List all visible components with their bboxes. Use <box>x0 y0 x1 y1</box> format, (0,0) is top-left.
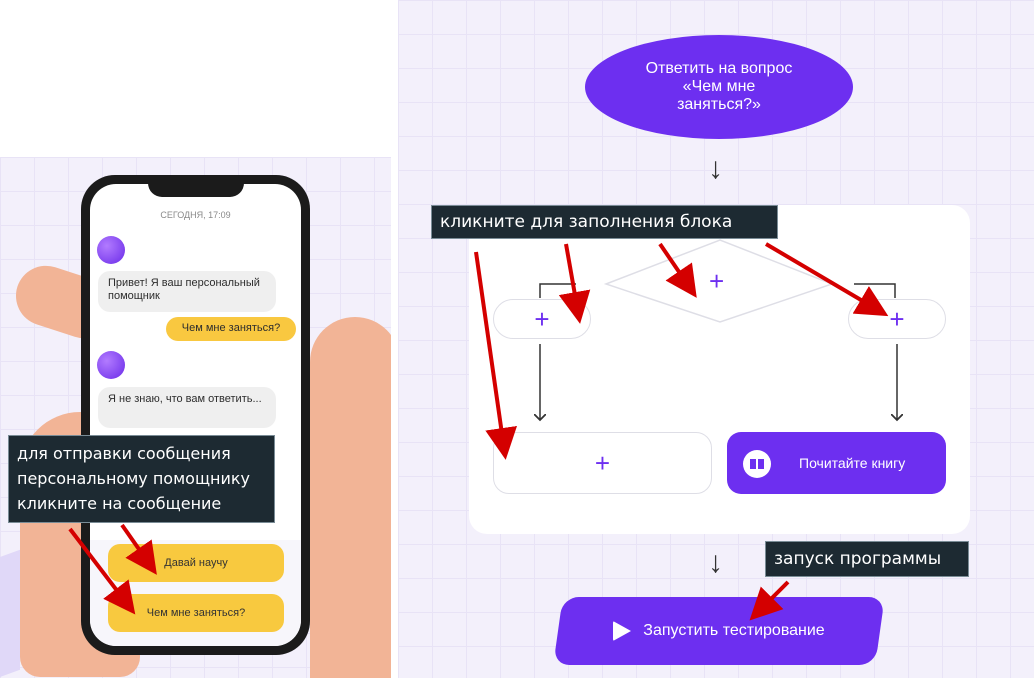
red-arrows-left <box>68 523 157 615</box>
flow-editor-panel: Ответить на вопрос «Чем мне заняться?» ↓… <box>398 0 1034 678</box>
hint-arrow <box>658 242 697 298</box>
hint-arrow <box>68 527 136 615</box>
hint-arrow <box>558 243 591 324</box>
red-arrows-right <box>474 242 889 621</box>
hint-arrow <box>749 580 790 621</box>
hint-arrow <box>764 242 889 317</box>
hint-arrow <box>474 251 518 460</box>
chat-demo-panel: СЕГОДНЯ, 17:09 Привет! Я ваш персональны… <box>0 157 391 678</box>
hint-arrow <box>120 523 157 575</box>
